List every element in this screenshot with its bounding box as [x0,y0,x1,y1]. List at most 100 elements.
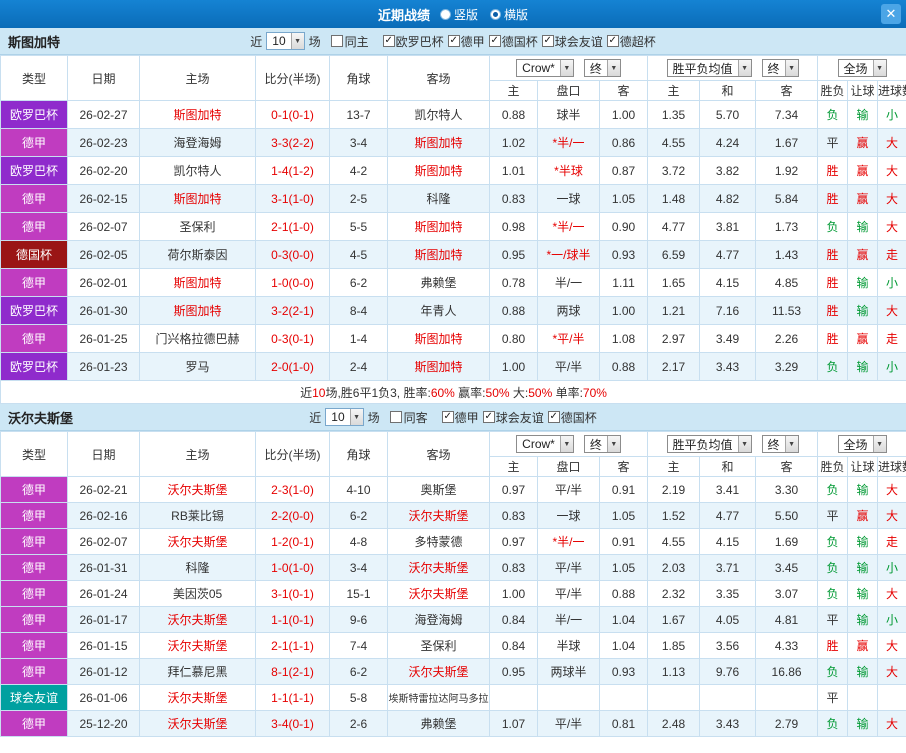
odds-away: 0.88 [598,352,649,381]
result-goals: 小 [877,554,906,581]
match-count-select[interactable]: 10 ▼ [325,408,364,426]
avg-away: 1.43 [755,240,819,269]
match-table: 类型 日期 主场 比分(半场) 角球 客场 Crow* ▼ 终 ▼ 胜平负均值 … [0,55,906,404]
avg-draw: 3.43 [699,352,757,381]
result-handicap: 输 [847,580,879,607]
checkbox-checked[interactable]: ✓ [488,35,501,47]
corners: 5-5 [329,212,388,241]
chevron-down-icon: ▼ [606,436,620,452]
layout-radio-option[interactable]: 横版 [490,6,528,23]
games-label: 场 [308,34,321,49]
final-avg-select[interactable]: 终 ▼ [761,59,799,77]
score: 3-3(2-2) [255,128,330,157]
odds-company-select[interactable]: Crow* ▼ [516,59,574,77]
result-goals: 大 [877,212,906,241]
avg-odds-select[interactable]: 胜平负均值 ▼ [666,59,752,77]
league-filter-label: 球会友谊 [495,410,544,425]
result-wdl: 负 [817,100,849,129]
league-filters: ✓ 欧罗巴杯 ✓ 德甲 ✓ 德国杯 ✓ 球会友谊 ✓ 德超杯 [379,33,656,50]
checkbox-checked[interactable]: ✓ [447,35,460,47]
close-button[interactable]: ✕ [881,4,901,24]
subcol-odds-home: 主 [489,80,538,101]
match-table: 类型 日期 主场 比分(半场) 角球 客场 Crow* ▼ 终 ▼ 胜平负均值 … [0,431,906,737]
score: 0-3(0-1) [255,324,330,353]
same-venue-filter: 同客 [389,409,428,426]
result-handicap: 输 [847,296,879,325]
competition-badge: 欧罗巴杯 [0,296,68,325]
checkbox-unchecked[interactable] [330,35,343,47]
corners: 4-5 [329,240,388,269]
corners: 15-1 [329,580,388,607]
result-wdl: 平 [817,606,849,633]
handicap: 平/半 [537,554,600,581]
score: 1-0(0-0) [255,268,330,297]
home-team: 斯图加特 [139,100,256,129]
team-section: 沃尔夫斯堡 近 10 ▼ 场同客 ✓ 德甲 ✓ 球会友谊 ✓ 德国杯 类型 日期 主场 比分(半场… [0,404,906,737]
avg-away: 5.84 [755,184,819,213]
away-team: 圣保利 [387,632,490,659]
avg-home: 2.48 [647,710,701,737]
match-count-select[interactable]: 10 ▼ [266,32,305,50]
match-date: 26-01-31 [67,554,140,581]
avg-draw: 5.70 [699,100,757,129]
result-wdl: 胜 [817,156,849,185]
match-date: 26-01-15 [67,632,140,659]
handicap: 两球 [537,296,600,325]
match-date: 26-01-17 [67,606,140,633]
checkbox-unchecked[interactable] [389,411,402,423]
corners: 3-4 [329,128,388,157]
avg-away: 5.50 [755,502,819,529]
final-odds-select[interactable]: 终 ▼ [583,435,621,453]
col-header-type: 类型 [0,431,68,477]
league-filter-label: 德甲 [460,34,485,49]
radio-selected-icon[interactable] [490,8,501,20]
league-filter-label: 欧罗巴杯 [395,34,444,49]
avg-home: 6.59 [647,240,701,269]
subcol-result-goals: 进球数 [877,456,906,477]
odds-away: 1.04 [598,606,649,633]
odds-away: 0.90 [598,212,649,241]
checkbox-checked[interactable]: ✓ [482,411,495,423]
odds-home: 0.88 [489,296,538,325]
competition-badge: 欧罗巴杯 [0,352,68,381]
scope-select[interactable]: 全场 ▼ [837,59,887,77]
avg-draw: 3.43 [699,710,757,737]
col-header-date: 日期 [67,431,140,477]
avg-home: 1.67 [647,606,701,633]
away-team: 科隆 [387,184,490,213]
result-wdl: 胜 [817,632,849,659]
handicap: *半/一 [537,128,600,157]
dialog-titlebar: 近期战绩 竖版 横版 ✕ [0,0,906,28]
home-team: 门兴格拉德巴赫 [139,324,256,353]
away-team: 凯尔特人 [387,100,490,129]
avg-home: 2.97 [647,324,701,353]
odds-home: 0.97 [489,528,538,555]
home-team: 凯尔特人 [139,156,256,185]
checkbox-checked[interactable]: ✓ [606,35,619,47]
result-handicap: 输 [847,476,879,503]
away-team: 弗赖堡 [387,710,490,737]
checkbox-checked[interactable]: ✓ [547,411,560,423]
chevron-down-icon: ▼ [737,60,751,76]
chevron-down-icon: ▼ [872,436,886,452]
competition-badge: 球会友谊 [0,684,68,711]
scope-select[interactable]: 全场 ▼ [837,435,887,453]
odds-home: 0.83 [489,502,538,529]
radio-icon[interactable] [439,8,451,20]
final-odds-select[interactable]: 终 ▼ [583,59,621,77]
checkbox-checked[interactable]: ✓ [441,411,454,423]
checkbox-checked[interactable]: ✓ [541,35,554,47]
odds-away: 1.05 [598,184,649,213]
match-row: 德国杯 26-02-05 荷尔斯泰因 0-3(0-0) 4-5 斯图加特 0.95 *一/球半… [0,240,906,269]
avg-draw: 3.81 [699,212,757,241]
checkbox-checked[interactable]: ✓ [382,35,395,47]
home-team: 科隆 [139,554,256,581]
final-avg-select[interactable]: 终 ▼ [761,435,799,453]
avg-away: 1.92 [755,156,819,185]
match-row: 德甲 26-02-15 斯图加特 3-1(1-0) 2-5 科隆 0.83 一球 1.05 1.4… [0,184,906,213]
avg-odds-select[interactable]: 胜平负均值 ▼ [666,435,752,453]
layout-radio-option[interactable]: 竖版 [439,6,478,23]
result-goals: 大 [877,632,906,659]
result-wdl: 胜 [817,268,849,297]
odds-company-select[interactable]: Crow* ▼ [516,435,574,453]
